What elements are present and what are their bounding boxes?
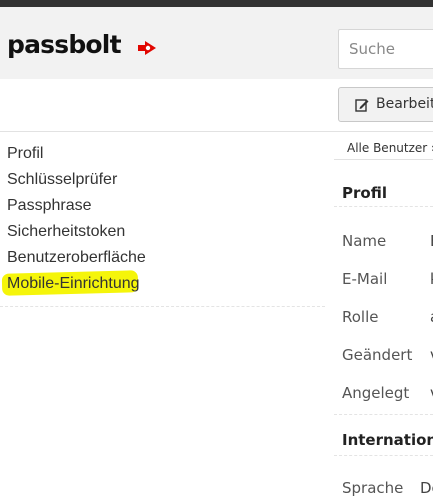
section-divider — [334, 455, 433, 456]
sidebar-item-profile[interactable]: Profil — [7, 145, 332, 163]
field-label-modified: Geändert — [342, 346, 413, 364]
sidebar-item-theme[interactable]: Benutzeroberfläche — [7, 249, 332, 267]
header: passbolt Suche — [0, 7, 433, 79]
edit-button-label: Bearbeit — [376, 96, 433, 112]
edit-button[interactable]: Bearbeit — [338, 87, 433, 122]
field-label-name: Name — [342, 232, 387, 250]
field-value-language: De — [420, 479, 433, 497]
sidebar-item-mobile-setup[interactable]: Mobile-Einrichtung — [7, 275, 332, 293]
profile-section-title: Profil — [342, 184, 387, 202]
search-input[interactable]: Suche — [338, 29, 433, 69]
edit-icon — [355, 99, 369, 112]
sidebar-item-passphrase[interactable]: Passphrase — [7, 197, 332, 215]
top-strip — [0, 0, 433, 7]
section-divider — [334, 206, 433, 207]
field-label-language: Sprache — [342, 479, 404, 497]
field-label-email: E-Mail — [342, 270, 388, 288]
brand-logo[interactable]: passbolt — [7, 32, 122, 57]
field-label-role: Rolle — [342, 308, 379, 326]
passbolt-logo-icon — [138, 41, 156, 55]
section-divider — [334, 414, 433, 415]
search-placeholder: Suche — [349, 40, 396, 58]
breadcrumb[interactable]: Alle Benutzer › — [347, 141, 433, 155]
field-label-created: Angelegt — [342, 384, 410, 402]
sidebar-item-security-token[interactable]: Sicherheitstoken — [7, 223, 332, 241]
sidebar-divider — [0, 306, 325, 307]
sidebar-item-key-inspector[interactable]: Schlüsselprüfer — [7, 171, 332, 189]
internationalisation-section-title: Internation — [342, 431, 433, 449]
